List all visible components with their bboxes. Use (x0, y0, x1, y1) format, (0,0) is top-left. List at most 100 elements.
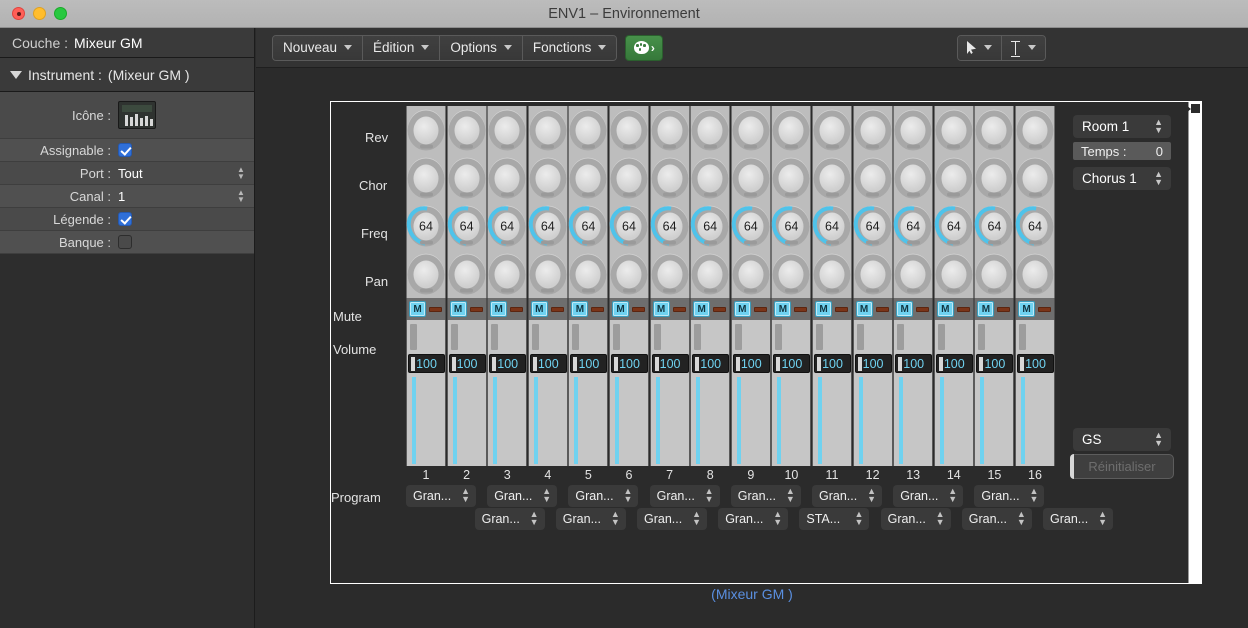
bank-checkbox[interactable] (118, 235, 132, 249)
menu-fonctions[interactable]: Fonctions (523, 36, 617, 60)
field-channel[interactable]: Canal : 1 ▲▼ (0, 185, 254, 208)
text-tool-button[interactable] (1002, 36, 1045, 60)
volume-fader-channel-12[interactable]: 100 (853, 320, 893, 466)
knob-pan-channel-10[interactable] (771, 250, 811, 298)
program-select-channel-1[interactable]: Gran...▲▼ (406, 485, 476, 507)
mixer-object[interactable]: Rev Chor Freq Pan Mute Volume Program 64… (330, 101, 1202, 584)
fader-handle[interactable] (816, 324, 823, 350)
knob-freq-channel-5[interactable]: 64 (568, 202, 608, 250)
knob-pan-channel-3[interactable] (487, 250, 527, 298)
fader-handle[interactable] (938, 324, 945, 350)
program-select-channel-2[interactable]: Gran...▲▼ (475, 508, 545, 530)
volume-fader-channel-3[interactable]: 100 (487, 320, 527, 466)
knob-freq-channel-4[interactable]: 64 (528, 202, 568, 250)
program-select-channel-10[interactable]: STA...▲▼ (799, 508, 869, 530)
volume-fader-channel-13[interactable]: 100 (893, 320, 933, 466)
program-select-channel-8[interactable]: Gran...▲▼ (718, 508, 788, 530)
knob-chor-channel-2[interactable] (447, 154, 487, 202)
mute-button-channel-2[interactable]: M (450, 301, 467, 317)
knob-freq-channel-8[interactable]: 64 (690, 202, 730, 250)
volume-fader-channel-9[interactable]: 100 (731, 320, 771, 466)
knob-pan-channel-9[interactable] (731, 250, 771, 298)
knob-freq-channel-16[interactable]: 64 (1015, 202, 1055, 250)
knob-pan-channel-7[interactable] (650, 250, 690, 298)
assignable-checkbox[interactable] (118, 143, 132, 157)
palette-button[interactable]: › (625, 35, 663, 61)
volume-fader-channel-5[interactable]: 100 (568, 320, 608, 466)
volume-fader-channel-11[interactable]: 100 (812, 320, 852, 466)
program-select-channel-13[interactable]: Gran...▲▼ (893, 485, 963, 507)
knob-chor-channel-16[interactable] (1015, 154, 1055, 202)
pointer-tool-button[interactable] (958, 36, 1002, 60)
program-select-channel-9[interactable]: Gran...▲▼ (731, 485, 801, 507)
knob-pan-channel-14[interactable] (934, 250, 974, 298)
mute-button-channel-14[interactable]: M (937, 301, 954, 317)
knob-freq-channel-14[interactable]: 64 (934, 202, 974, 250)
knob-freq-channel-7[interactable]: 64 (650, 202, 690, 250)
mute-button-channel-6[interactable]: M (612, 301, 629, 317)
knob-chor-channel-11[interactable] (812, 154, 852, 202)
volume-fader-channel-7[interactable]: 100 (650, 320, 690, 466)
knob-chor-channel-5[interactable] (568, 154, 608, 202)
knob-rev-channel-12[interactable] (853, 106, 893, 154)
volume-fader-channel-6[interactable]: 100 (609, 320, 649, 466)
knob-freq-channel-15[interactable]: 64 (974, 202, 1014, 250)
knob-rev-channel-5[interactable] (568, 106, 608, 154)
fader-handle[interactable] (532, 324, 539, 350)
reverb-type-select[interactable]: Room 1 ▲▼ (1073, 115, 1171, 138)
knob-pan-channel-5[interactable] (568, 250, 608, 298)
knob-pan-channel-2[interactable] (447, 250, 487, 298)
legend-checkbox[interactable] (118, 212, 132, 226)
knob-freq-channel-12[interactable]: 64 (853, 202, 893, 250)
knob-pan-channel-15[interactable] (974, 250, 1014, 298)
knob-pan-channel-8[interactable] (690, 250, 730, 298)
fader-handle[interactable] (897, 324, 904, 350)
program-select-channel-12[interactable]: Gran...▲▼ (881, 508, 951, 530)
fader-handle[interactable] (410, 324, 417, 350)
reset-button[interactable]: Réinitialiser (1070, 454, 1174, 479)
mute-button-channel-10[interactable]: M (774, 301, 791, 317)
fader-handle[interactable] (1019, 324, 1026, 350)
mixer-icon[interactable] (118, 101, 156, 129)
knob-chor-channel-10[interactable] (771, 154, 811, 202)
port-stepper[interactable]: ▲▼ (236, 165, 246, 181)
knob-chor-channel-1[interactable] (406, 154, 446, 202)
knob-pan-channel-1[interactable] (406, 250, 446, 298)
program-select-channel-7[interactable]: Gran...▲▼ (650, 485, 720, 507)
mute-button-channel-8[interactable]: M (693, 301, 710, 317)
mute-button-channel-12[interactable]: M (856, 301, 873, 317)
program-select-channel-15[interactable]: Gran...▲▼ (974, 485, 1044, 507)
mute-button-channel-4[interactable]: M (531, 301, 548, 317)
fader-handle[interactable] (451, 324, 458, 350)
mute-button-channel-7[interactable]: M (653, 301, 670, 317)
layer-header[interactable]: Couche : Mixeur GM (0, 28, 254, 58)
mute-button-channel-3[interactable]: M (490, 301, 507, 317)
knob-pan-channel-12[interactable] (853, 250, 893, 298)
mute-button-channel-16[interactable]: M (1018, 301, 1035, 317)
knob-chor-channel-6[interactable] (609, 154, 649, 202)
knob-rev-channel-16[interactable] (1015, 106, 1055, 154)
knob-pan-channel-4[interactable] (528, 250, 568, 298)
knob-chor-channel-13[interactable] (893, 154, 933, 202)
knob-rev-channel-13[interactable] (893, 106, 933, 154)
knob-rev-channel-14[interactable] (934, 106, 974, 154)
program-select-channel-11[interactable]: Gran...▲▼ (812, 485, 882, 507)
menu-nouveau[interactable]: Nouveau (273, 36, 363, 60)
menu-options[interactable]: Options (440, 36, 523, 60)
knob-pan-channel-16[interactable] (1015, 250, 1055, 298)
knob-chor-channel-12[interactable] (853, 154, 893, 202)
knob-chor-channel-14[interactable] (934, 154, 974, 202)
menu-edition[interactable]: Édition (363, 36, 440, 60)
knob-freq-channel-13[interactable]: 64 (893, 202, 933, 250)
fader-handle[interactable] (694, 324, 701, 350)
knob-freq-channel-3[interactable]: 64 (487, 202, 527, 250)
knob-freq-channel-1[interactable]: 64 (406, 202, 446, 250)
program-select-channel-16[interactable]: Gran...▲▼ (1043, 508, 1113, 530)
reverb-time-field[interactable]: Temps : 0 (1073, 142, 1171, 160)
knob-chor-channel-7[interactable] (650, 154, 690, 202)
knob-rev-channel-2[interactable] (447, 106, 487, 154)
knob-rev-channel-1[interactable] (406, 106, 446, 154)
knob-freq-channel-11[interactable]: 64 (812, 202, 852, 250)
knob-rev-channel-4[interactable] (528, 106, 568, 154)
fader-handle[interactable] (654, 324, 661, 350)
